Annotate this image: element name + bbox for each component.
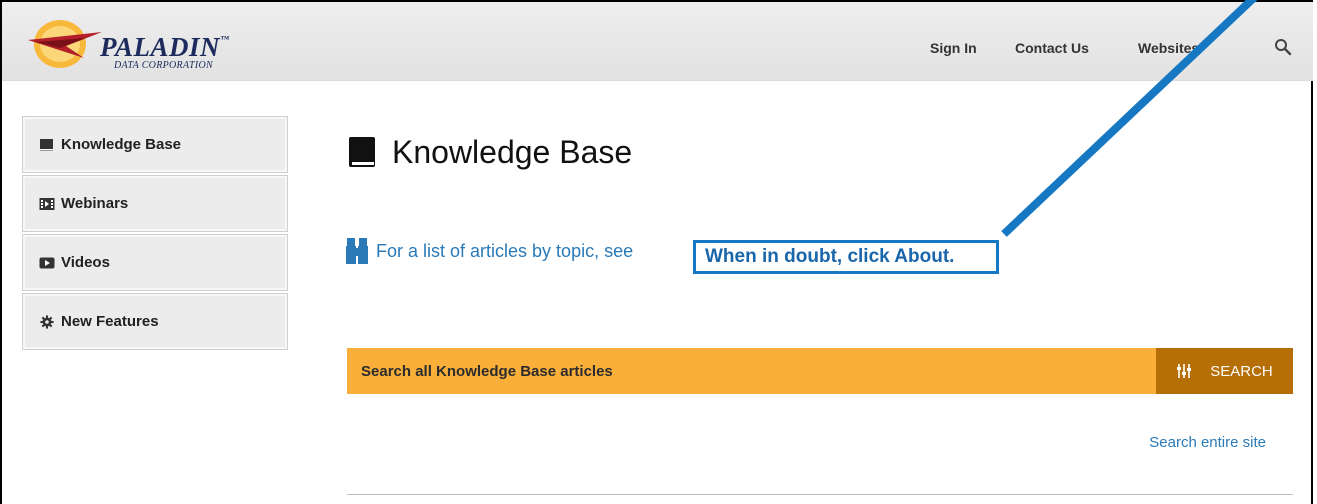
- sidebar-item-label: Videos: [61, 254, 110, 271]
- logo-name: PALADIN™: [100, 32, 230, 62]
- search-entire-site-link[interactable]: Search entire site: [1149, 434, 1266, 451]
- logo-mark-icon: [28, 20, 102, 68]
- paladin-logo[interactable]: PALADIN™ DATA CORPORATION: [26, 18, 246, 72]
- sidebar: Knowledge Base Webinars Videos New Featu…: [22, 116, 288, 352]
- binoculars-icon: [346, 238, 368, 264]
- video-icon: [39, 257, 55, 268]
- sidebar-item-label: New Features: [61, 313, 159, 330]
- filter-sliders-icon: [1177, 364, 1192, 378]
- search-button[interactable]: SEARCH: [1156, 348, 1293, 394]
- sidebar-item-knowledge-base[interactable]: Knowledge Base: [22, 116, 288, 173]
- nav-contact-us[interactable]: Contact Us: [1015, 40, 1089, 56]
- nav-websites[interactable]: Websites: [1138, 40, 1199, 56]
- book-icon: [40, 138, 53, 151]
- search-icon[interactable]: [1274, 38, 1292, 56]
- sidebar-item-webinars[interactable]: Webinars: [22, 175, 288, 232]
- nav-sign-in[interactable]: Sign In: [930, 40, 977, 56]
- topic-info-text: For a list of articles by topic, see: [376, 240, 634, 261]
- logo-subtitle: DATA CORPORATION: [114, 60, 213, 71]
- topic-info-line: For a list of articles by topic, see: [346, 236, 633, 266]
- film-icon: [39, 197, 55, 210]
- divider: [347, 494, 1293, 495]
- site-header: PALADIN™ DATA CORPORATION Sign In Contac…: [2, 2, 1313, 81]
- page-title: Knowledge Base: [348, 134, 632, 171]
- sidebar-item-label: Webinars: [61, 195, 129, 212]
- about-link-text: When in doubt, click About.: [705, 246, 955, 267]
- sidebar-item-label: Knowledge Base: [61, 136, 182, 153]
- page-title-text: Knowledge Base: [392, 134, 633, 170]
- gear-icon: [40, 314, 54, 329]
- sidebar-item-videos[interactable]: Videos: [22, 234, 288, 291]
- book-icon: [349, 136, 375, 167]
- kb-search-label: Search all Knowledge Base articles: [361, 362, 613, 380]
- search-button-label: SEARCH: [1210, 362, 1273, 380]
- kb-search-bar[interactable]: Search all Knowledge Base articles SEARC…: [347, 348, 1293, 394]
- sidebar-item-new-features[interactable]: New Features: [22, 293, 288, 350]
- about-highlight-link[interactable]: When in doubt, click About.: [693, 240, 999, 274]
